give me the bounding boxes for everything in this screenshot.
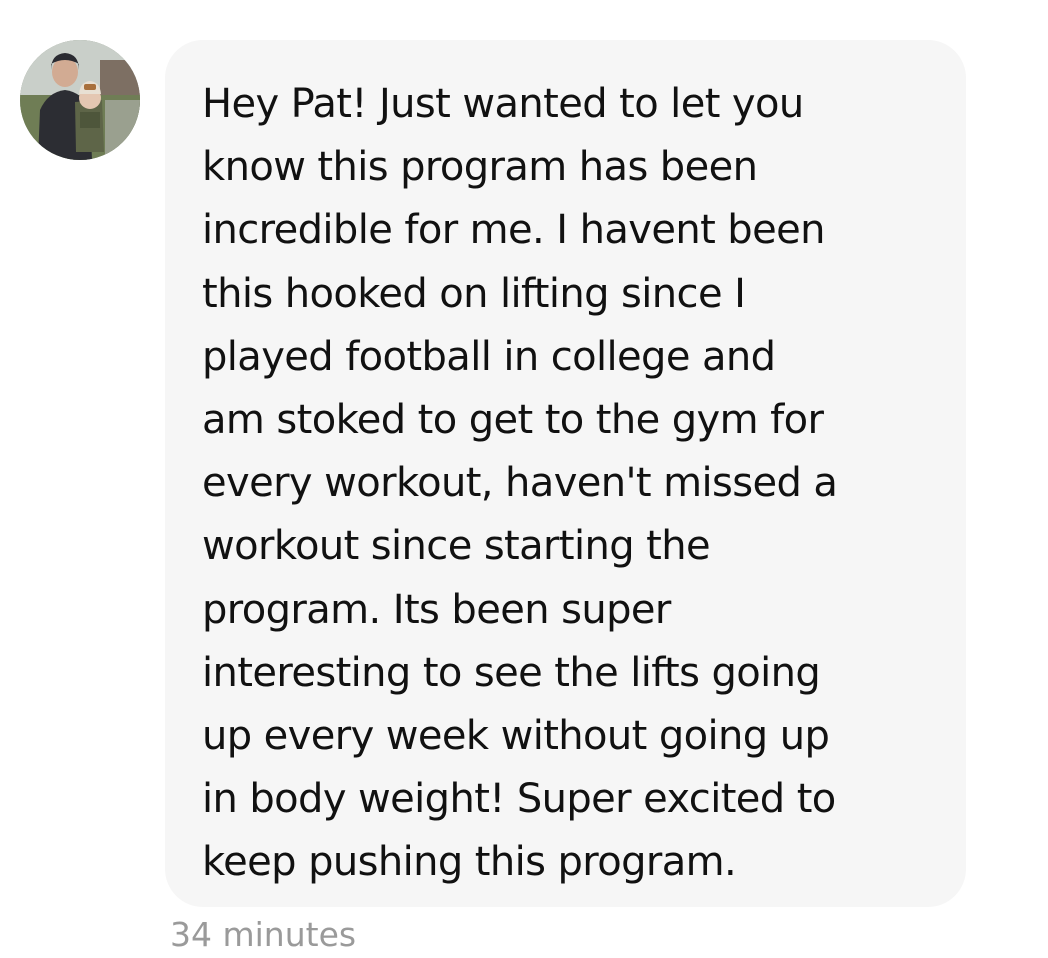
avatar-photo: [20, 40, 140, 160]
message-line: keep pushing this program.: [202, 839, 737, 886]
message-line: program. Its been super: [202, 586, 671, 633]
message-line: interesting to see the lifts going: [202, 649, 821, 696]
message-line: in body weight! Super excited to: [202, 776, 836, 823]
message-bubble[interactable]: Hey Pat! Just wanted to let you know thi…: [165, 40, 966, 907]
message-line: up every week without going up: [202, 713, 830, 760]
message-line: Hey Pat! Just wanted to let you: [202, 81, 804, 127]
message-line: every workout, haven't missed a: [202, 460, 838, 507]
message-line: this hooked on lifting since I: [202, 270, 746, 317]
message-line: played football in college and: [202, 333, 776, 380]
avatar[interactable]: [20, 40, 140, 160]
message-line: incredible for me. I havent been: [202, 207, 825, 254]
message-timestamp: 34 minutes: [170, 915, 357, 954]
message-line: am stoked to get to the gym for: [202, 397, 824, 444]
message-line: know this program has been: [202, 144, 758, 191]
message-line: workout since starting the: [202, 523, 711, 570]
